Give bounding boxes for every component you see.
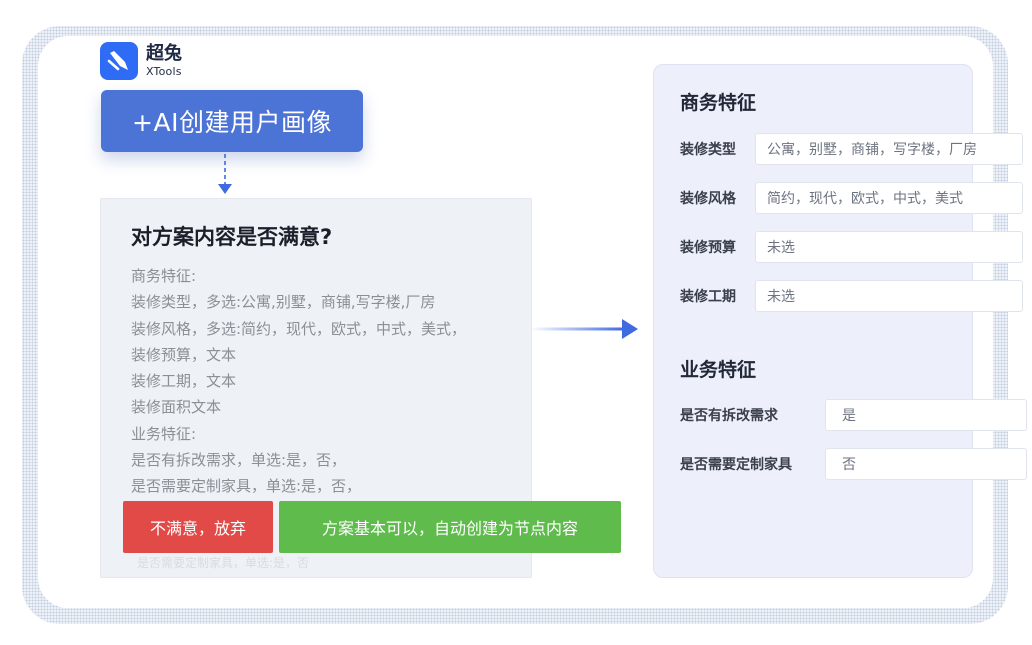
plan-content: 商务特征: 装修类型，多选:公寓,别墅，商铺,写字楼,厂房 装修风格，多选:简约… xyxy=(131,263,531,500)
custom-furniture-field[interactable]: 否 xyxy=(825,448,1027,480)
plan-line: 是否需要定制家具，单选:是，否， xyxy=(131,477,362,496)
field-label-renovation-style: 装修风格 xyxy=(680,191,736,207)
budget-field[interactable]: 未选 xyxy=(755,231,1023,263)
plan-line: 业务特征: xyxy=(131,424,197,443)
plan-line: 装修风格，多选:简约，现代，欧式，中式，美式， xyxy=(131,319,467,338)
arrow-right-icon xyxy=(530,319,638,339)
business-section-title: 商务特征 xyxy=(680,92,757,114)
ai-create-persona-button[interactable]: +AI创建用户画像 xyxy=(101,90,363,152)
dialog-title: 对方案内容是否满意? xyxy=(131,225,333,249)
dialog-actions: 不满意，放弃 方案基本可以，自动创建为节点内容 xyxy=(123,501,621,553)
renovation-style-field[interactable]: 简约，现代，欧式，中式，美式 xyxy=(755,182,1023,214)
field-label-duration: 装修工期 xyxy=(680,289,736,305)
logo-name-cn: 超兔 xyxy=(146,43,182,64)
field-label-custom-furniture: 是否需要定制家具 xyxy=(680,457,792,473)
accept-create-button[interactable]: 方案基本可以，自动创建为节点内容 xyxy=(279,501,621,553)
plan-line: 装修工期，文本 xyxy=(131,372,237,391)
renovation-type-field[interactable]: 公寓，别墅，商铺，写字楼，厂房 xyxy=(755,133,1023,165)
plan-line: 装修面积文本 xyxy=(131,398,222,417)
reject-button[interactable]: 不满意，放弃 xyxy=(123,501,273,553)
plan-line: 商务特征: xyxy=(131,267,197,285)
logo-name-en: XTools xyxy=(146,65,182,78)
plan-line: 装修类型，多选:公寓,别墅，商铺,写字楼,厂房 xyxy=(131,293,436,312)
arrow-down-icon xyxy=(218,154,232,194)
field-label-budget: 装修预算 xyxy=(680,240,736,256)
logo: 超兔 XTools xyxy=(100,42,182,80)
field-label-demolition: 是否有拆改需求 xyxy=(680,408,778,424)
field-label-renovation-type: 装修类型 xyxy=(680,142,736,158)
plan-line: 是否有拆改需求，单选:是，否， xyxy=(131,451,347,470)
plan-line: 装修预算，文本 xyxy=(131,345,237,364)
duration-field[interactable]: 未选 xyxy=(755,280,1023,312)
demolition-field[interactable]: 是 xyxy=(825,399,1027,431)
faded-overflow-text: 是否需要定制家具，单选:是，否 xyxy=(137,556,310,570)
rabbit-logo-icon xyxy=(100,42,138,80)
operation-section-title: 业务特征 xyxy=(680,359,757,381)
